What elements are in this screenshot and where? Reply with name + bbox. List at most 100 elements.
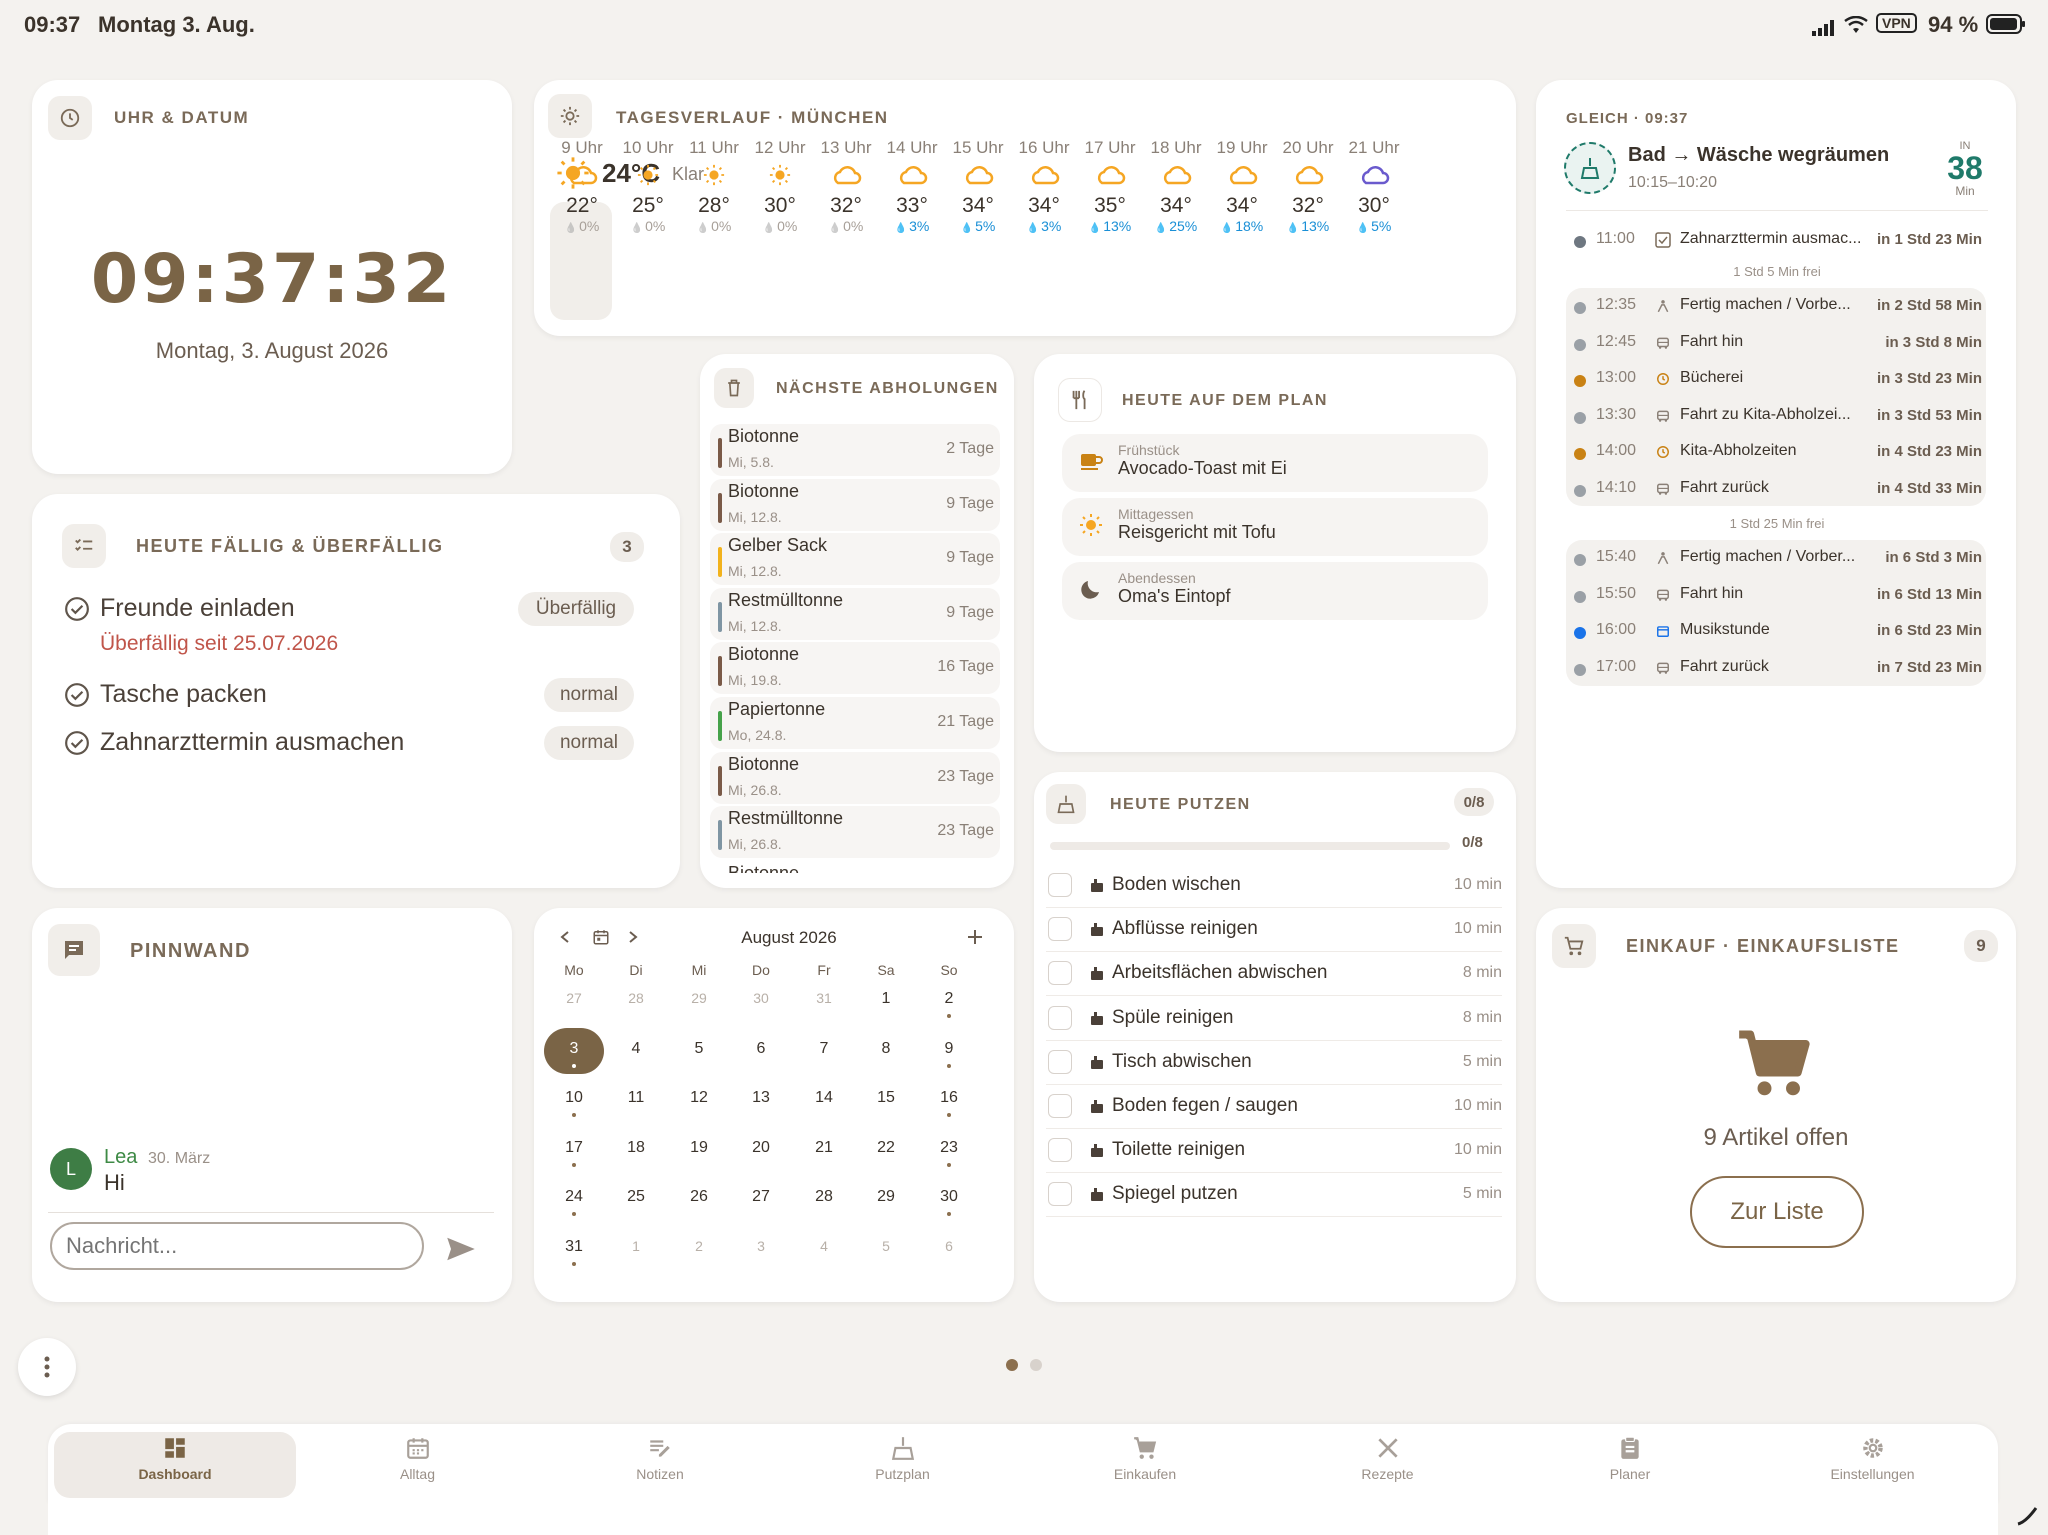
- task-checkbox[interactable]: [1048, 1049, 1072, 1074]
- chevron-left-icon[interactable]: [558, 930, 572, 949]
- page-dot[interactable]: [1030, 1359, 1042, 1371]
- task-checkbox[interactable]: [1048, 1138, 1072, 1163]
- calendar-day[interactable]: 23: [929, 1139, 969, 1157]
- timeline-row[interactable]: 11:00 Zahnarzttermin ausmac... in 1 Std …: [1568, 226, 1988, 256]
- calendar-day[interactable]: 1: [616, 1238, 656, 1254]
- cleaning-task[interactable]: Boden wischen 10 min: [1046, 864, 1502, 908]
- calendar-day[interactable]: 3: [554, 1040, 594, 1058]
- meal-row[interactable]: Mittagessen Reisgericht mit Tofu: [1062, 498, 1488, 556]
- nav-notizen[interactable]: Notizen: [580, 1432, 740, 1494]
- to-list-button[interactable]: Zur Liste: [1690, 1176, 1864, 1248]
- calendar-day[interactable]: 20: [741, 1139, 781, 1157]
- calendar-day[interactable]: 1: [866, 990, 906, 1008]
- calendar-day[interactable]: 13: [741, 1089, 781, 1107]
- nav-putzplan[interactable]: Putzplan: [823, 1432, 983, 1494]
- nav-planer[interactable]: Planer: [1550, 1432, 1710, 1494]
- pickup-row[interactable]: Biotonne: [710, 861, 1000, 873]
- cleaning-task[interactable]: Abflüsse reinigen 10 min: [1046, 908, 1502, 953]
- nav-einstellungen[interactable]: Einstellungen: [1793, 1432, 1953, 1494]
- calendar-day[interactable]: 28: [616, 990, 656, 1006]
- calendar-day[interactable]: 3: [741, 1238, 781, 1254]
- calendar-day[interactable]: 26: [679, 1188, 719, 1206]
- message-input[interactable]: [50, 1222, 424, 1270]
- calendar-day[interactable]: 8: [866, 1040, 906, 1058]
- task-checkbox[interactable]: [1048, 917, 1072, 942]
- pickup-row[interactable]: Papiertonne Mo, 24.8. 21 Tage: [710, 697, 1000, 749]
- pickup-row[interactable]: Biotonne Mi, 26.8. 23 Tage: [710, 751, 1000, 804]
- cleaning-task[interactable]: Tisch abwischen 5 min: [1046, 1041, 1502, 1085]
- calendar-day[interactable]: 22: [866, 1139, 906, 1157]
- meal-row[interactable]: Frühstück Avocado-Toast mit Ei: [1062, 434, 1488, 492]
- calendar-day[interactable]: 4: [804, 1238, 844, 1254]
- calendar-day[interactable]: 21: [804, 1139, 844, 1157]
- cleaning-task[interactable]: Spüle reinigen 8 min: [1046, 997, 1502, 1041]
- calendar-day[interactable]: 29: [866, 1188, 906, 1206]
- calendar-day[interactable]: 6: [929, 1238, 969, 1254]
- pickup-row[interactable]: Biotonne Mi, 5.8. 2 Tage: [710, 424, 1000, 476]
- check-circle-icon[interactable]: [64, 730, 90, 761]
- calendar-day[interactable]: 12: [679, 1089, 719, 1107]
- nav-einkaufen[interactable]: Einkaufen: [1065, 1432, 1225, 1494]
- timeline-row[interactable]: 13:30 Fahrt zu Kita-Abholzei... in 3 Std 5…: [1568, 402, 1988, 432]
- calendar-day[interactable]: 7: [804, 1040, 844, 1058]
- calendar-day[interactable]: 9: [929, 1040, 969, 1058]
- next-title[interactable]: Bad → Wäsche wegräumen: [1628, 144, 1889, 167]
- pickup-row[interactable]: Gelber Sack Mi, 12.8. 9 Tage: [710, 533, 1000, 586]
- calendar-day[interactable]: 16: [929, 1089, 969, 1107]
- nav-alltag[interactable]: Alltag: [338, 1432, 498, 1494]
- calendar-day[interactable]: 2: [679, 1238, 719, 1254]
- calendar-day[interactable]: 27: [741, 1188, 781, 1206]
- timeline-row[interactable]: 13:00 Bücherei in 3 Std 23 Min: [1568, 365, 1988, 395]
- calendar-day[interactable]: 31: [554, 1238, 594, 1256]
- task-checkbox[interactable]: [1048, 961, 1072, 986]
- calendar-today-icon[interactable]: [592, 928, 610, 951]
- calendar-day[interactable]: 30: [929, 1188, 969, 1206]
- check-circle-icon[interactable]: [64, 682, 90, 713]
- task-checkbox[interactable]: [1048, 1182, 1072, 1207]
- timeline-row[interactable]: 15:40 Fertig machen / Vorber... in 6 Std 3…: [1568, 544, 1988, 574]
- pickup-row[interactable]: Restmülltonne Mi, 26.8. 23 Tage: [710, 806, 1000, 859]
- calendar-day[interactable]: 25: [616, 1188, 656, 1206]
- calendar-day[interactable]: 27: [554, 990, 594, 1006]
- cleaning-task[interactable]: Toilette reinigen 10 min: [1046, 1129, 1502, 1174]
- calendar-day[interactable]: 18: [616, 1139, 656, 1157]
- task-checkbox[interactable]: [1048, 1094, 1072, 1118]
- timeline-row[interactable]: 15:50 Fahrt hin in 6 Std 13 Min: [1568, 581, 1988, 611]
- calendar-day[interactable]: 4: [616, 1040, 656, 1058]
- calendar-day[interactable]: 10: [554, 1089, 594, 1107]
- pickup-row[interactable]: Restmülltonne Mi, 12.8. 9 Tage: [710, 587, 1000, 640]
- cleaning-task[interactable]: Arbeitsflächen abwischen 8 min: [1046, 952, 1502, 997]
- calendar-day[interactable]: 14: [804, 1089, 844, 1107]
- more-options-button[interactable]: [18, 1338, 76, 1396]
- task-checkbox[interactable]: [1048, 873, 1072, 897]
- cleaning-task[interactable]: Boden fegen / saugen 10 min: [1046, 1085, 1502, 1129]
- task-name[interactable]: Tasche packen: [100, 680, 267, 709]
- nav-dashboard[interactable]: Dashboard: [95, 1432, 255, 1494]
- timeline-row[interactable]: 16:00 Musikstunde in 6 Std 23 Min: [1568, 617, 1988, 647]
- task-name[interactable]: Zahnarzttermin ausmachen: [100, 728, 404, 757]
- task-checkbox[interactable]: [1048, 1005, 1072, 1030]
- calendar-day[interactable]: 11: [616, 1089, 656, 1107]
- calendar-day[interactable]: 31: [804, 990, 844, 1006]
- chevron-right-icon[interactable]: [626, 930, 640, 949]
- timeline-row[interactable]: 14:00 Kita-Abholzeiten in 4 Std 23 Min: [1568, 438, 1988, 468]
- send-icon[interactable]: [446, 1236, 476, 1267]
- calendar-day[interactable]: 5: [866, 1238, 906, 1254]
- page-dot-active[interactable]: [1006, 1359, 1018, 1371]
- timeline-row[interactable]: 14:10 Fahrt zurück in 4 Std 33 Min: [1568, 475, 1988, 505]
- nav-rezepte[interactable]: Rezepte: [1308, 1432, 1468, 1494]
- add-icon[interactable]: [966, 928, 984, 951]
- calendar-day[interactable]: 17: [554, 1139, 594, 1157]
- cleaning-task[interactable]: Spiegel putzen 5 min: [1046, 1173, 1502, 1218]
- timeline-row[interactable]: 12:45 Fahrt hin in 3 Std 8 Min: [1568, 329, 1988, 359]
- calendar-day[interactable]: 30: [741, 990, 781, 1006]
- timeline-row[interactable]: 17:00 Fahrt zurück in 7 Std 23 Min: [1568, 654, 1988, 684]
- meal-row[interactable]: Abendessen Oma's Eintopf: [1062, 562, 1488, 620]
- calendar-day[interactable]: 24: [554, 1188, 594, 1206]
- timeline-row[interactable]: 12:35 Fertig machen / Vorbe... in 2 Std 58…: [1568, 292, 1988, 322]
- pickup-row[interactable]: Biotonne Mi, 19.8. 16 Tage: [710, 642, 1000, 695]
- check-circle-icon[interactable]: [64, 596, 90, 627]
- calendar-day[interactable]: 5: [679, 1040, 719, 1058]
- calendar-day[interactable]: 29: [679, 990, 719, 1006]
- calendar-day[interactable]: 28: [804, 1188, 844, 1206]
